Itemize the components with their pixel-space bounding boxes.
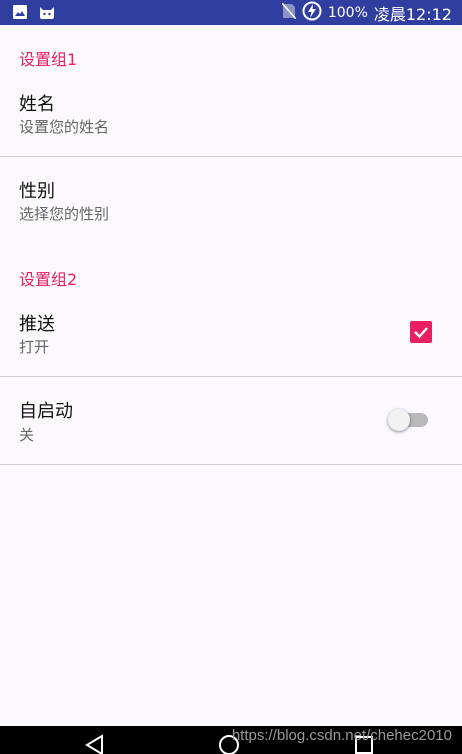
pref-name[interactable]: 姓名 设置您的姓名	[0, 78, 462, 156]
pref-gender[interactable]: 性别 选择您的性别	[0, 157, 462, 247]
checkmark-icon	[414, 327, 428, 339]
pref-summary: 关	[19, 426, 35, 444]
group-title-2: 设置组2	[19, 270, 78, 289]
pref-title: 姓名	[19, 94, 55, 115]
no-sim-icon	[281, 2, 297, 23]
clock: 凌晨12:12	[373, 4, 452, 24]
group-title-1: 设置组1	[19, 50, 78, 69]
app-cat-icon	[38, 4, 56, 24]
watermark: https://blog.csdn.net/chehec2010	[231, 727, 452, 744]
pref-summary: 设置您的姓名	[19, 118, 110, 136]
pref-title: 推送	[19, 314, 55, 335]
pref-summary: 选择您的性别	[19, 205, 110, 223]
battery-percentage: 100%	[327, 4, 368, 21]
battery-charging-icon	[302, 1, 322, 25]
switch-thumb[interactable]	[388, 409, 410, 431]
status-bar: 100% 凌晨12:12	[0, 0, 462, 25]
image-icon	[12, 4, 28, 24]
pref-autostart[interactable]: 自启动 关	[0, 377, 462, 464]
pref-title: 自启动	[19, 401, 73, 422]
pref-push[interactable]: 推送 打开	[0, 298, 462, 376]
back-icon[interactable]	[84, 734, 106, 754]
pref-summary: 打开	[19, 338, 50, 356]
pref-title: 性别	[19, 181, 55, 202]
navigation-bar: https://blog.csdn.net/chehec2010	[0, 726, 462, 754]
divider	[0, 464, 462, 465]
push-checkbox[interactable]	[410, 321, 432, 343]
